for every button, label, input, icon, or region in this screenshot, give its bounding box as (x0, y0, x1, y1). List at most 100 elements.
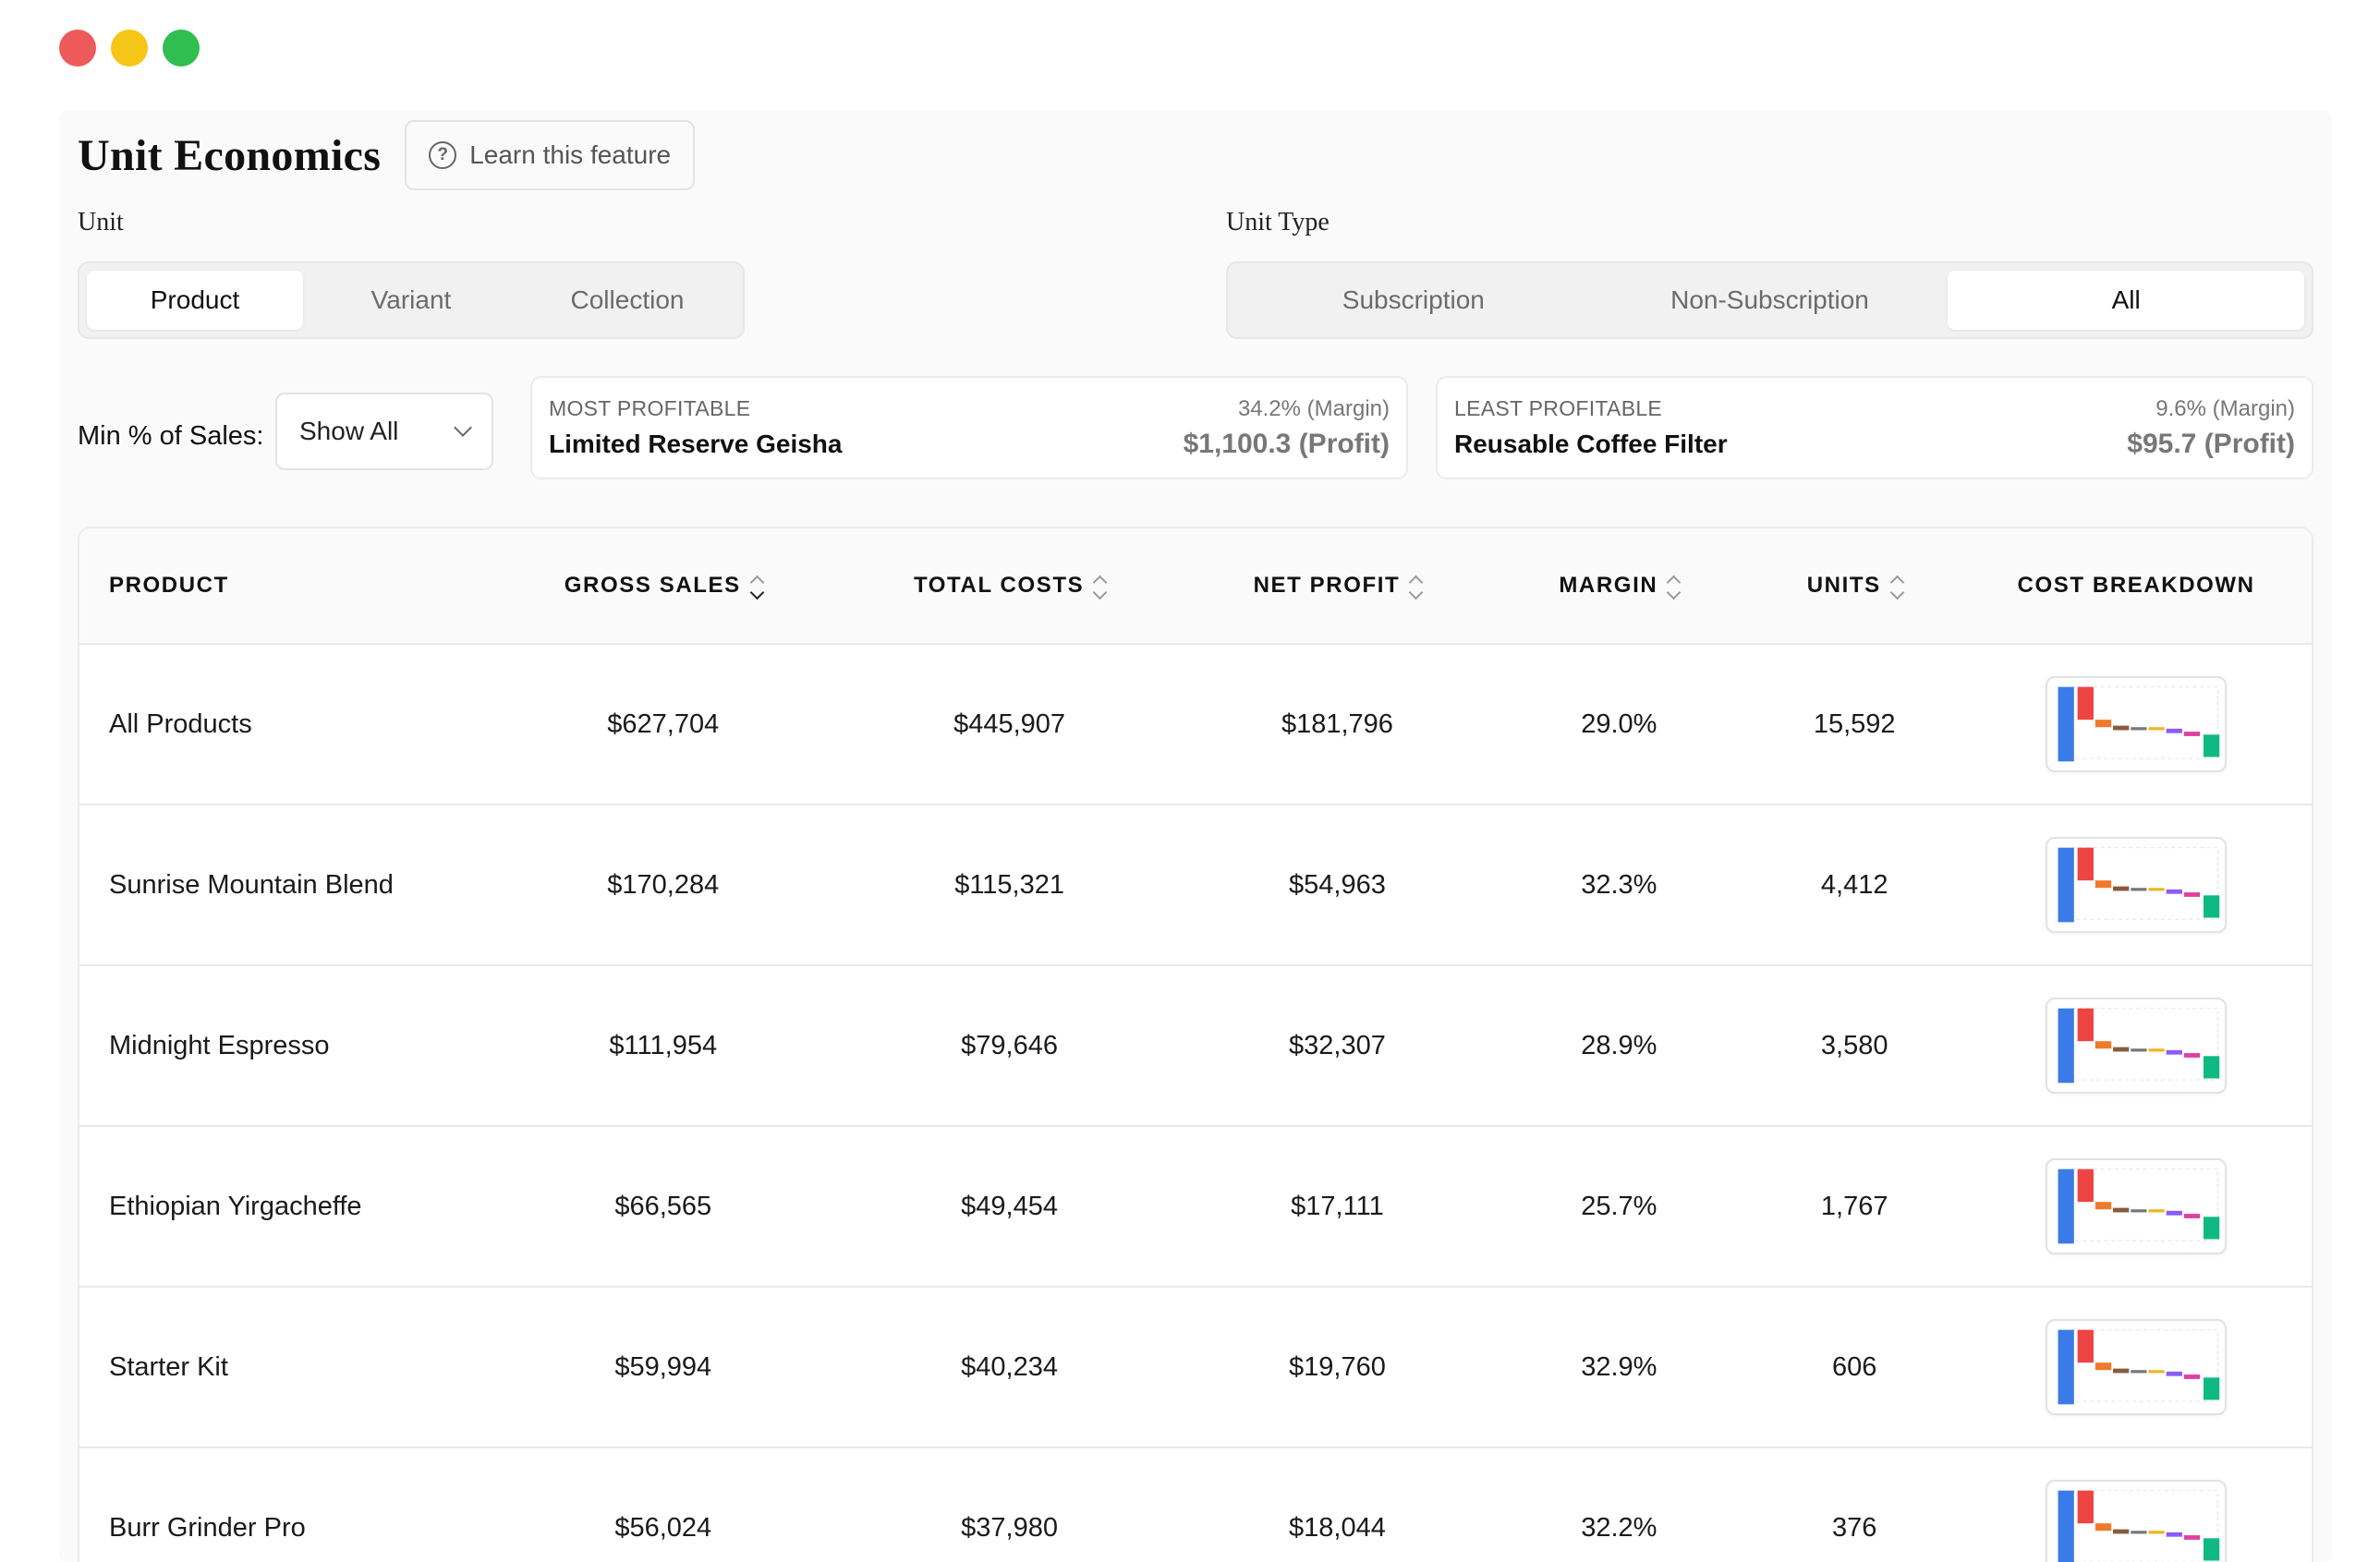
close-window-button[interactable] (59, 30, 96, 67)
breakdown-bar (2113, 886, 2130, 891)
breakdown-bar (2204, 1538, 2220, 1561)
product-cell: Burr Grinder Pro (109, 1512, 306, 1543)
total-costs-cell: $79,646 (961, 1030, 1058, 1060)
col-header-margin[interactable]: MARGIN (1489, 573, 1748, 600)
cost-breakdown-chart[interactable] (2046, 1319, 2228, 1415)
least-profitable-product: Reusable Coffee Filter (1454, 430, 1728, 458)
gross-sales-cell: $170,284 (607, 869, 720, 900)
breakdown-bar (2058, 1008, 2074, 1084)
table-row[interactable]: Burr Grinder Pro $56,024 $37,980 $18,044 32.… (79, 1448, 2312, 1562)
unit-segmented-control: Product Variant Collection (78, 261, 745, 339)
page-title: Unit Economics (78, 130, 382, 180)
breakdown-bar (2077, 847, 2094, 881)
gross-sales-cell: $56,024 (614, 1512, 712, 1543)
net-profit-cell: $181,796 (1281, 708, 1393, 739)
total-costs-cell: $115,321 (954, 869, 1064, 900)
breakdown-bar (2095, 1041, 2112, 1049)
most-profitable-card: MOST PROFITABLE 34.2% (Margin) Limited R… (530, 376, 1408, 479)
col-header-gross-sales[interactable]: GROSS SALES (492, 573, 834, 600)
product-cell: Ethiopian Yirgacheffe (109, 1191, 362, 1221)
breakdown-bar (2183, 732, 2201, 736)
product-cell: Midnight Espresso (109, 1030, 330, 1060)
breakdown-bar (2077, 686, 2094, 720)
table-row[interactable]: Ethiopian Yirgacheffe $66,565 $49,454 $17,1… (79, 1127, 2312, 1288)
cost-breakdown-cell (1961, 1319, 2312, 1415)
breakdown-bar (2183, 1374, 2201, 1379)
question-circle-icon: ? (429, 141, 457, 169)
most-profitable-product: Limited Reserve Geisha (549, 430, 843, 458)
table-row[interactable]: Starter Kit $59,994 $40,234 $19,760 32.9% 606 (79, 1288, 2312, 1448)
product-cell: Starter Kit (109, 1351, 228, 1382)
unit-type-option-non-subscription[interactable]: Non-Subscription (1592, 271, 1949, 330)
units-cell: 4,412 (1820, 869, 1888, 900)
breakdown-bar (2131, 888, 2147, 891)
table-body: All Products $627,704 $445,907 $181,796 29.0… (79, 645, 2312, 1562)
breakdown-bar (2204, 1056, 2220, 1079)
most-profitable-profit: $1,100.3 (Profit) (1183, 429, 1390, 459)
cost-breakdown-cell (1961, 676, 2312, 772)
cost-breakdown-chart[interactable] (2046, 1480, 2228, 1562)
gross-sales-cell: $111,954 (609, 1030, 718, 1060)
breakdown-bar (2058, 1329, 2074, 1405)
breakdown-bar (2131, 727, 2147, 731)
cost-breakdown-chart[interactable] (2046, 998, 2228, 1094)
cost-breakdown-chart[interactable] (2046, 676, 2228, 772)
margin-cell: 32.3% (1581, 869, 1658, 900)
learn-feature-label: Learn this feature (469, 140, 672, 169)
net-profit-cell: $54,963 (1289, 869, 1386, 900)
gross-sales-cell: $627,704 (607, 708, 720, 739)
unit-option-collection[interactable]: Collection (519, 271, 735, 330)
breakdown-bar (2113, 1047, 2130, 1052)
chart-guide (2071, 847, 2218, 920)
gross-sales-cell: $59,994 (614, 1351, 712, 1382)
title-row: Unit Economics ? Learn this feature (78, 120, 696, 190)
sort-icon (1092, 574, 1108, 600)
total-costs-cell: $40,234 (961, 1351, 1058, 1382)
margin-cell: 25.7% (1581, 1191, 1658, 1221)
col-header-units[interactable]: UNITS (1748, 573, 1961, 600)
unit-option-variant[interactable]: Variant (303, 271, 519, 330)
breakdown-bar (2148, 1209, 2165, 1213)
min-sales-select[interactable]: Show All (275, 393, 493, 470)
unit-type-option-all[interactable]: All (1948, 271, 2305, 330)
unit-economics-table: PRODUCT GROSS SALES TOTAL COSTS NET PROF… (78, 527, 2313, 1562)
table-row[interactable]: Sunrise Mountain Blend $170,284 $115,321 $5… (79, 805, 2312, 966)
cost-breakdown-cell (1961, 1158, 2312, 1254)
col-header-total-costs[interactable]: TOTAL COSTS (834, 573, 1185, 600)
min-sales-label: Min % of Sales: (78, 421, 264, 451)
unit-option-product[interactable]: Product (87, 271, 303, 330)
table-row[interactable]: Midnight Espresso $111,954 $79,646 $32,307 2… (79, 966, 2312, 1127)
breakdown-bar (2095, 880, 2112, 889)
breakdown-bar (2166, 1210, 2182, 1216)
gross-sales-cell: $66,565 (614, 1191, 712, 1221)
product-cell: Sunrise Mountain Blend (109, 869, 394, 900)
col-header-product: PRODUCT (109, 573, 229, 598)
unit-economics-panel: Unit Economics ? Learn this feature Unit… (59, 111, 2332, 1562)
breakdown-bar (2113, 1207, 2130, 1213)
unit-type-option-subscription[interactable]: Subscription (1235, 271, 1592, 330)
least-profitable-card: LEAST PROFITABLE 9.6% (Margin) Reusable … (1436, 376, 2313, 479)
chevron-down-icon (454, 418, 472, 437)
cost-breakdown-chart[interactable] (2046, 837, 2228, 933)
cost-breakdown-chart[interactable] (2046, 1158, 2228, 1254)
breakdown-bar (2058, 1490, 2074, 1562)
breakdown-bar (2095, 720, 2112, 728)
margin-cell: 28.9% (1581, 1030, 1658, 1060)
breakdown-bar (2077, 1329, 2094, 1363)
cost-breakdown-cell (1961, 1480, 2312, 1562)
breakdown-bar (2204, 1217, 2220, 1240)
net-profit-cell: $17,111 (1291, 1191, 1384, 1221)
col-header-net-profit[interactable]: NET PROFIT (1185, 573, 1490, 600)
learn-feature-button[interactable]: ? Learn this feature (405, 120, 696, 190)
breakdown-bar (2095, 1202, 2112, 1210)
breakdown-bar (2113, 1529, 2130, 1534)
maximize-window-button[interactable] (163, 30, 200, 67)
sort-icon (1667, 574, 1682, 600)
chart-guide (2071, 1168, 2218, 1241)
minimize-window-button[interactable] (111, 30, 148, 67)
min-sales-value: Show All (299, 417, 399, 445)
cost-breakdown-cell (1961, 837, 2312, 933)
sort-icon (1409, 574, 1424, 600)
table-row[interactable]: All Products $627,704 $445,907 $181,796 29.0… (79, 645, 2312, 805)
breakdown-bar (2166, 1371, 2182, 1376)
